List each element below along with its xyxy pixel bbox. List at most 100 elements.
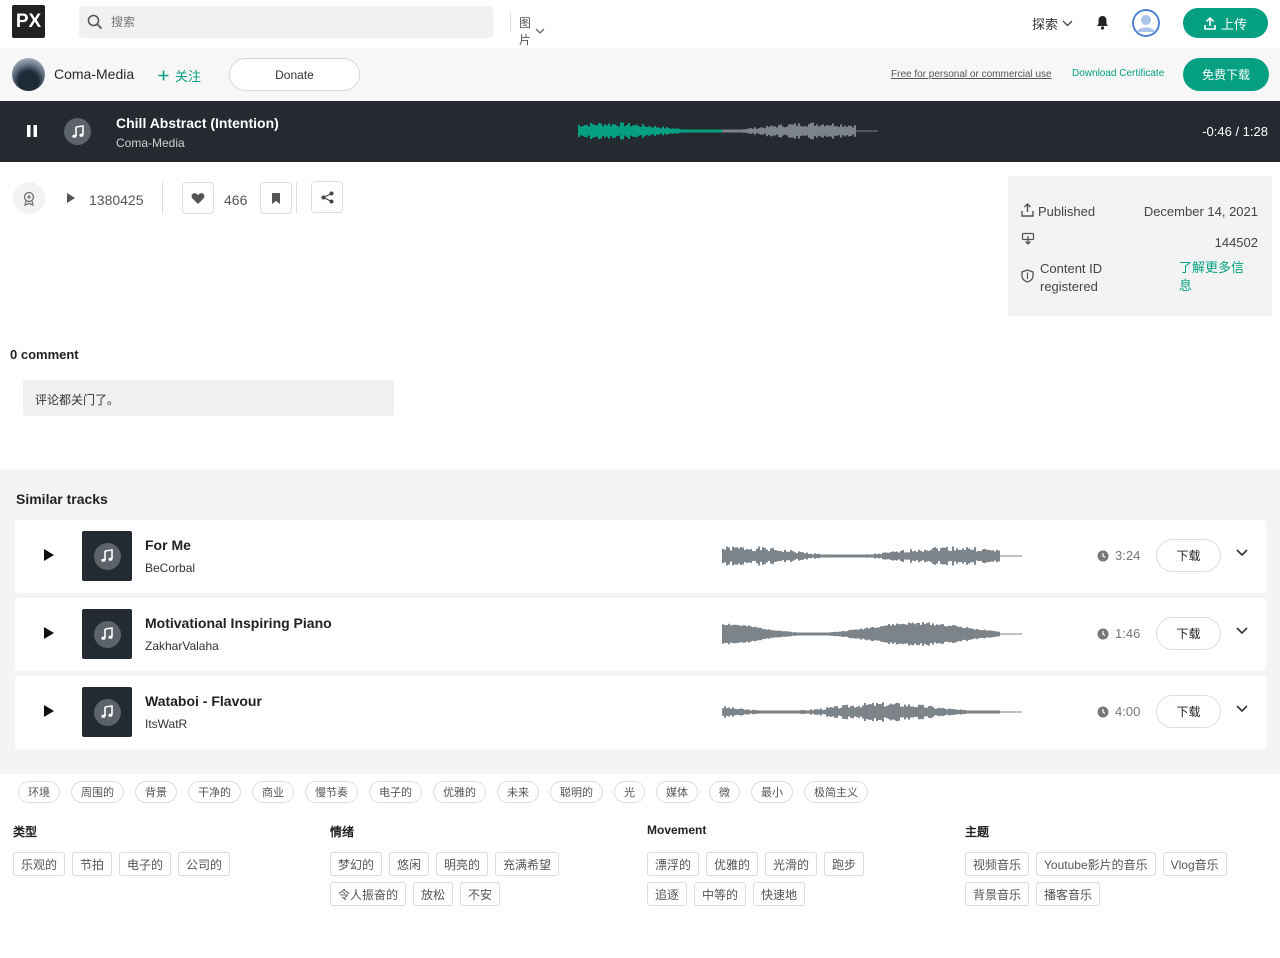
track-artist[interactable]: ZakharValaha xyxy=(145,639,219,653)
search-input[interactable] xyxy=(111,12,411,32)
badge-icon[interactable] xyxy=(13,182,45,214)
track-title[interactable]: Motivational Inspiring Piano xyxy=(145,615,332,631)
donate-button[interactable]: Donate xyxy=(229,58,360,91)
waveform-bar xyxy=(936,548,938,564)
track-artist[interactable]: BeCorbal xyxy=(145,561,195,575)
author-name[interactable]: Coma-Media xyxy=(54,66,134,82)
play-icon[interactable] xyxy=(43,704,55,718)
tag-chip[interactable]: 环境 xyxy=(18,781,60,803)
category-tag[interactable]: 明亮的 xyxy=(436,852,489,876)
category-tag[interactable]: 充满希望 xyxy=(495,852,560,876)
tag-chip[interactable]: 慢节奏 xyxy=(305,781,358,803)
tag-chip[interactable]: 电子的 xyxy=(369,781,422,803)
current-track-artist[interactable]: Coma-Media xyxy=(116,136,185,150)
category-tag[interactable]: 中等的 xyxy=(694,882,747,906)
waveform-bar xyxy=(662,126,664,136)
category-tag[interactable]: 漂浮的 xyxy=(647,852,700,876)
category-tag[interactable]: Vlog音乐 xyxy=(1162,852,1227,876)
track-title[interactable]: Wataboi - Flavour xyxy=(145,693,262,709)
category-tag[interactable]: 不安 xyxy=(460,882,501,906)
player-waveform[interactable] xyxy=(578,115,888,147)
waveform-bar xyxy=(918,622,920,646)
track-waveform[interactable] xyxy=(722,618,1032,650)
track-title[interactable]: For Me xyxy=(145,537,191,553)
category-tag[interactable]: 节拍 xyxy=(72,852,113,876)
tag-chip[interactable]: 背景 xyxy=(135,781,177,803)
bookmark-button[interactable] xyxy=(260,182,292,214)
tag-chip[interactable]: 聪明的 xyxy=(550,781,603,803)
tag-chip[interactable]: 干净的 xyxy=(188,781,241,803)
category-tag[interactable]: 乐观的 xyxy=(13,852,66,876)
tag-chip[interactable]: 优雅的 xyxy=(433,781,486,803)
category-tag[interactable]: 跑步 xyxy=(824,852,865,876)
user-avatar[interactable] xyxy=(1132,9,1160,37)
share-button[interactable] xyxy=(311,181,343,213)
category-tag[interactable]: 背景音乐 xyxy=(965,882,1030,906)
waveform-bar xyxy=(696,129,698,133)
bell-icon[interactable] xyxy=(1096,15,1109,30)
category-tag[interactable]: 放松 xyxy=(413,882,454,906)
tag-chip[interactable]: 微 xyxy=(709,781,740,803)
chevron-down-icon[interactable] xyxy=(1236,627,1248,635)
pause-icon[interactable] xyxy=(26,124,38,138)
category-tag[interactable]: 电子的 xyxy=(119,852,172,876)
category-tag[interactable]: 追逐 xyxy=(647,882,688,906)
waveform-bar xyxy=(722,624,724,644)
author-avatar[interactable] xyxy=(12,58,45,91)
learn-more-link[interactable]: 了解更多信息 xyxy=(1179,259,1251,295)
download-button[interactable]: 下载 xyxy=(1156,617,1221,650)
tag-chip[interactable]: 极简主义 xyxy=(804,781,868,803)
category-tag[interactable]: 令人振奋的 xyxy=(330,882,407,906)
category-tag[interactable]: 梦幻的 xyxy=(330,852,383,876)
waveform-bar xyxy=(856,706,858,718)
search-type-dropdown[interactable]: 图片 xyxy=(519,14,545,48)
tag-chip[interactable]: 最小 xyxy=(751,781,793,803)
waveform-bar xyxy=(802,710,804,714)
tag-chip[interactable]: 媒体 xyxy=(656,781,698,803)
logo[interactable]: PX xyxy=(12,5,45,38)
category-tag[interactable]: 悠闲 xyxy=(389,852,430,876)
download-certificate-link[interactable]: Download Certificate xyxy=(1072,68,1164,79)
download-button[interactable]: 下载 xyxy=(1156,695,1221,728)
tag-chip[interactable]: 未来 xyxy=(497,781,539,803)
play-icon[interactable] xyxy=(43,626,55,640)
tag-chip[interactable]: 商业 xyxy=(252,781,294,803)
category-tag[interactable]: 公司的 xyxy=(178,852,231,876)
waveform-bar xyxy=(814,553,816,559)
waveform-bar xyxy=(952,708,954,716)
waveform-bar xyxy=(886,552,888,560)
track-artist[interactable]: ItsWatR xyxy=(145,717,187,731)
waveform-bar xyxy=(744,549,746,563)
follow-button[interactable]: 关注 xyxy=(158,66,201,85)
waveform-bar xyxy=(816,709,818,715)
category-tag[interactable]: 快速地 xyxy=(753,882,806,906)
chevron-down-icon[interactable] xyxy=(1236,705,1248,713)
waveform-bar xyxy=(860,628,862,640)
category-tag[interactable]: 光滑的 xyxy=(765,852,818,876)
category-tag[interactable]: 优雅的 xyxy=(706,852,759,876)
category-tag[interactable]: 播客音乐 xyxy=(1036,882,1101,906)
category-tag[interactable]: Youtube影片的音乐 xyxy=(1036,852,1156,876)
waveform-bar xyxy=(966,626,968,642)
category-tag[interactable]: 视频音乐 xyxy=(965,852,1030,876)
waveform-bar xyxy=(812,632,814,636)
explore-menu[interactable]: 探索 xyxy=(1032,14,1073,33)
track-waveform[interactable] xyxy=(722,696,1032,728)
free-download-button[interactable]: 免费下载 xyxy=(1183,58,1269,91)
tag-chip[interactable]: 周围的 xyxy=(71,781,124,803)
waveform-bar xyxy=(636,124,638,138)
license-link[interactable]: Free for personal or commercial use xyxy=(891,69,1052,80)
upload-button[interactable]: 上传 xyxy=(1183,8,1268,38)
search-bar[interactable]: 图片 xyxy=(79,6,545,47)
tag-chip[interactable]: 光 xyxy=(614,781,645,803)
track-waveform[interactable] xyxy=(722,540,1032,572)
category-genre-tags: 乐观的 节拍 电子的 公司的 xyxy=(13,852,313,876)
waveform-bar xyxy=(740,129,742,133)
download-button[interactable]: 下载 xyxy=(1156,539,1221,572)
waveform-bar xyxy=(974,547,976,565)
like-button[interactable] xyxy=(182,182,214,214)
chevron-down-icon[interactable] xyxy=(1236,549,1248,557)
play-icon[interactable] xyxy=(43,548,55,562)
waveform-bar xyxy=(900,550,902,562)
download-count: 144502 xyxy=(1214,235,1258,250)
